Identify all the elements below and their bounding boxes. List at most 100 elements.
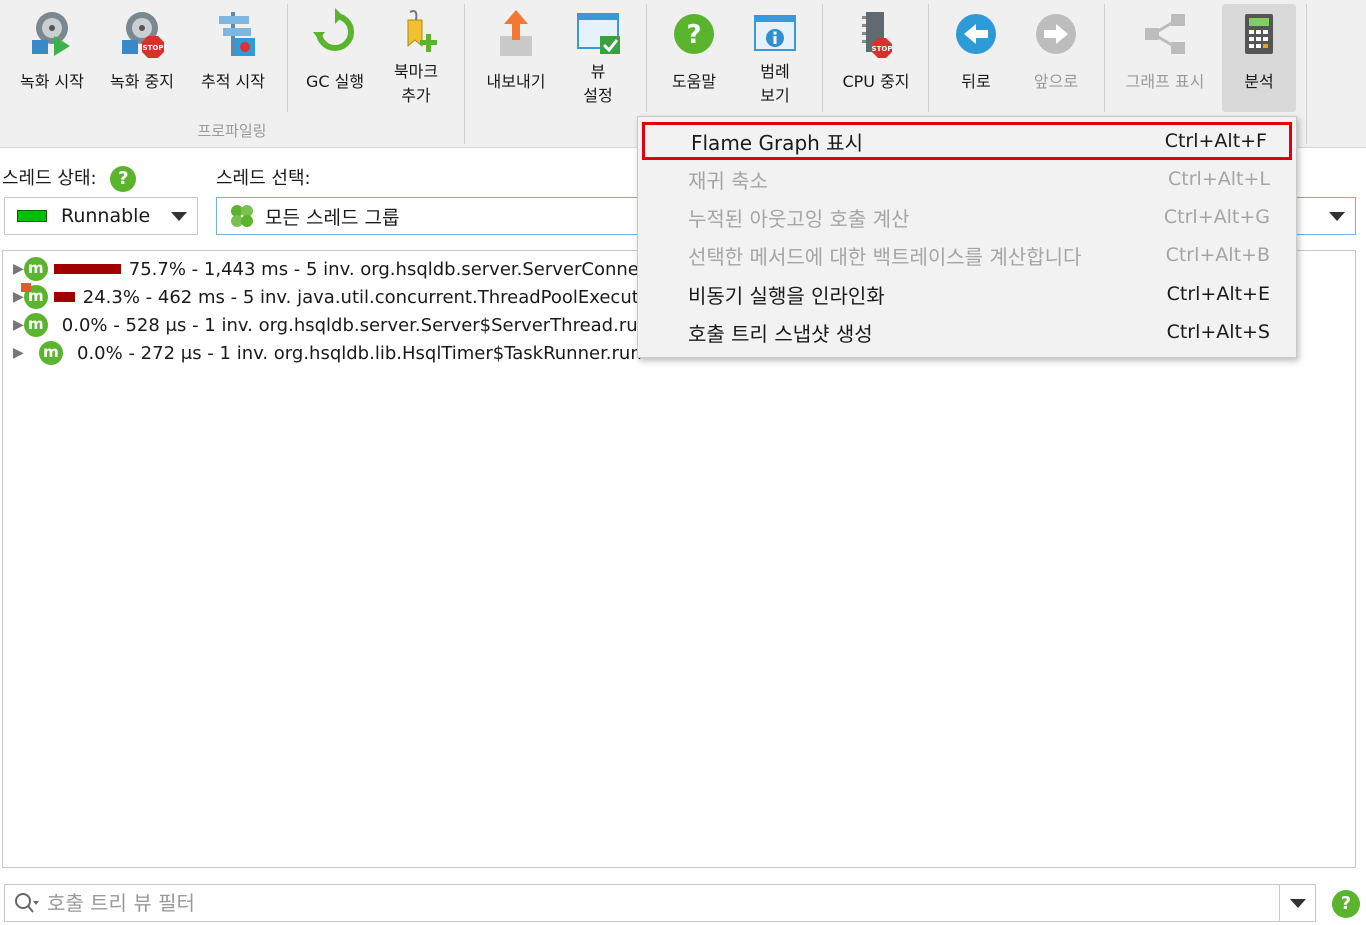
menu-item-shortcut: Ctrl+Alt+G — [1163, 206, 1270, 228]
expand-arrow-icon[interactable]: ▶ — [3, 345, 39, 361]
window-check-icon — [570, 6, 626, 62]
tree-row-text: 24.3% - 462 ms - 5 inv. java.util.concur… — [82, 286, 643, 308]
start-tracking-label: 추적 시작 — [201, 72, 265, 91]
thread-state-label-row: 스레드 상태: ? — [2, 164, 137, 192]
signpost-record-icon — [205, 6, 261, 62]
stop-recording-button[interactable]: STOP 녹화 중지 — [98, 4, 186, 112]
profiling-group-label: 프로파일링 — [197, 122, 267, 140]
thread-select-label: 스레드 선택: — [216, 168, 311, 189]
analyze-menu: Flame Graph 표시 Ctrl+Alt+F 재귀 축소 Ctrl+Alt… — [637, 116, 1297, 358]
menu-item-cumulative-outgoing[interactable]: 누적된 아웃고잉 호출 계산 Ctrl+Alt+G — [642, 198, 1292, 236]
cpu-stop-icon: STOP — [848, 6, 904, 62]
help-button[interactable]: ? 도움말 — [656, 4, 732, 112]
menu-item-backtraces[interactable]: 선택한 메서드에 대한 백트레이스를 계산합니다 Ctrl+Alt+B — [642, 236, 1292, 274]
tree-row-text: 0.0% - 272 μs - 1 inv. org.hsqldb.lib.Hs… — [77, 342, 642, 364]
method-icon: m — [20, 283, 48, 309]
thread-group-icon — [229, 203, 255, 229]
start-recording-label: 녹화 시작 — [20, 72, 84, 91]
tree-row[interactable]: ▶ m 24.3% - 462 ms - 5 inv. java.util.co… — [3, 283, 643, 311]
thread-state-help-icon[interactable]: ? — [110, 166, 137, 192]
export-arrow-icon — [488, 6, 544, 62]
view-settings-label: 뷰 설정 — [562, 60, 634, 108]
menu-item-shortcut: Ctrl+Alt+L — [1168, 168, 1270, 190]
film-reel-play-icon — [24, 6, 80, 62]
menu-item-label: 선택한 메서드에 대한 백트레이스를 계산합니다 — [688, 244, 1082, 269]
menu-item-flame-graph[interactable]: Flame Graph 표시 Ctrl+Alt+F — [642, 122, 1292, 160]
view-settings-label-line1: 뷰 — [590, 62, 606, 81]
analyze-button[interactable]: 분석 — [1222, 4, 1296, 112]
graph-nodes-icon — [1137, 6, 1193, 62]
menu-item-shortcut: Ctrl+Alt+S — [1166, 321, 1270, 343]
run-gc-button[interactable]: GC 실행 — [296, 4, 374, 112]
help-label: 도움말 — [671, 72, 717, 91]
analyze-label: 분석 — [1244, 72, 1274, 91]
percent-bar — [53, 264, 121, 274]
forward-label: 앞으로 — [1033, 72, 1079, 91]
runnable-color-swatch — [17, 210, 47, 222]
method-icon: m — [23, 313, 48, 337]
thread-state-combobox[interactable]: Runnable — [4, 197, 198, 235]
bookmark-add-icon — [388, 6, 444, 62]
search-icon[interactable] — [13, 891, 41, 917]
menu-item-shortcut: Ctrl+Alt+F — [1164, 130, 1267, 152]
expand-arrow-icon[interactable]: ▶ — [3, 317, 24, 333]
menu-item-label: 비동기 실행을 인라인화 — [688, 283, 885, 308]
forward-button[interactable]: 앞으로 — [1018, 4, 1094, 112]
thread-select-value: 모든 스레드 그룹 — [265, 206, 400, 229]
menu-item-collapse-recursion[interactable]: 재귀 축소 Ctrl+Alt+L — [642, 160, 1292, 198]
export-button[interactable]: 내보내기 — [474, 4, 558, 112]
chevron-down-icon — [1329, 212, 1345, 221]
start-recording-button[interactable]: 녹화 시작 — [8, 4, 96, 112]
show-graph-button[interactable]: 그래프 표시 — [1112, 4, 1218, 112]
show-graph-label: 그래프 표시 — [1125, 72, 1205, 91]
forward-arrow-icon — [1028, 6, 1084, 62]
method-icon: m — [23, 257, 48, 281]
tree-row-text: 75.7% - 1,443 ms - 5 inv. org.hsqldb.ser… — [128, 258, 643, 280]
menu-item-shortcut: Ctrl+Alt+E — [1166, 283, 1270, 305]
tree-row-text: 0.0% - 528 μs - 1 inv. org.hsqldb.server… — [61, 314, 643, 336]
stop-recording-label: 녹화 중지 — [110, 72, 174, 91]
method-icon: m — [39, 341, 63, 365]
tree-row[interactable]: ▶ m 75.7% - 1,443 ms - 5 inv. org.hsqldb… — [3, 255, 643, 283]
legend-button[interactable]: 범례 보기 — [738, 4, 812, 112]
menu-item-snapshot[interactable]: 호출 트리 스냅샷 생성 Ctrl+Alt+S — [642, 313, 1292, 351]
thread-state-label: 스레드 상태: — [2, 168, 97, 189]
filter-dropdown-button[interactable] — [1279, 885, 1315, 921]
flag-icon — [20, 283, 31, 292]
add-bookmark-label-line1: 북마크 — [393, 62, 439, 81]
film-reel-stop-icon: STOP — [114, 6, 170, 62]
chevron-down-icon — [171, 212, 187, 221]
expand-arrow-icon[interactable]: ▶ — [3, 261, 24, 277]
tree-row[interactable]: ▶ m 0.0% - 272 μs - 1 inv. org.hsqldb.li… — [3, 339, 643, 367]
calculator-icon — [1231, 6, 1287, 62]
filter-input[interactable] — [47, 889, 1277, 917]
filter-help-icon[interactable]: ? — [1332, 890, 1360, 918]
export-label: 내보내기 — [486, 72, 546, 91]
call-tree-filter — [4, 884, 1316, 922]
legend-label: 범례 보기 — [738, 60, 812, 108]
percent-bar — [53, 292, 75, 302]
legend-label-line1: 범례 — [760, 62, 790, 81]
recycle-icon — [307, 6, 363, 62]
back-label: 뒤로 — [961, 72, 991, 91]
svg-text:STOP: STOP — [143, 44, 164, 52]
tree-row[interactable]: ▶ m 0.0% - 528 μs - 1 inv. org.hsqldb.se… — [3, 311, 643, 339]
thread-state-value: Runnable — [61, 205, 151, 227]
menu-item-label: 재귀 축소 — [688, 168, 768, 193]
menu-item-label: Flame Graph 표시 — [691, 130, 863, 155]
help-icon: ? — [666, 6, 722, 62]
back-arrow-icon — [948, 6, 1004, 62]
add-bookmark-label-line2: 추가 — [401, 86, 431, 105]
svg-text:STOP: STOP — [872, 45, 893, 53]
add-bookmark-button[interactable]: 북마크 추가 — [378, 4, 454, 112]
menu-item-label: 호출 트리 스냅샷 생성 — [688, 321, 873, 346]
menu-item-shortcut: Ctrl+Alt+B — [1165, 244, 1270, 266]
menu-item-inline-async[interactable]: 비동기 실행을 인라인화 Ctrl+Alt+E — [642, 275, 1292, 313]
cpu-stop-button[interactable]: STOP CPU 중지 — [832, 4, 920, 112]
start-tracking-button[interactable]: 추적 시작 — [188, 4, 278, 112]
back-button[interactable]: 뒤로 — [938, 4, 1014, 112]
view-settings-button[interactable]: 뷰 설정 — [562, 4, 634, 112]
legend-label-line2: 보기 — [760, 86, 790, 105]
run-gc-label: GC 실행 — [305, 72, 365, 91]
info-window-icon — [747, 6, 803, 62]
